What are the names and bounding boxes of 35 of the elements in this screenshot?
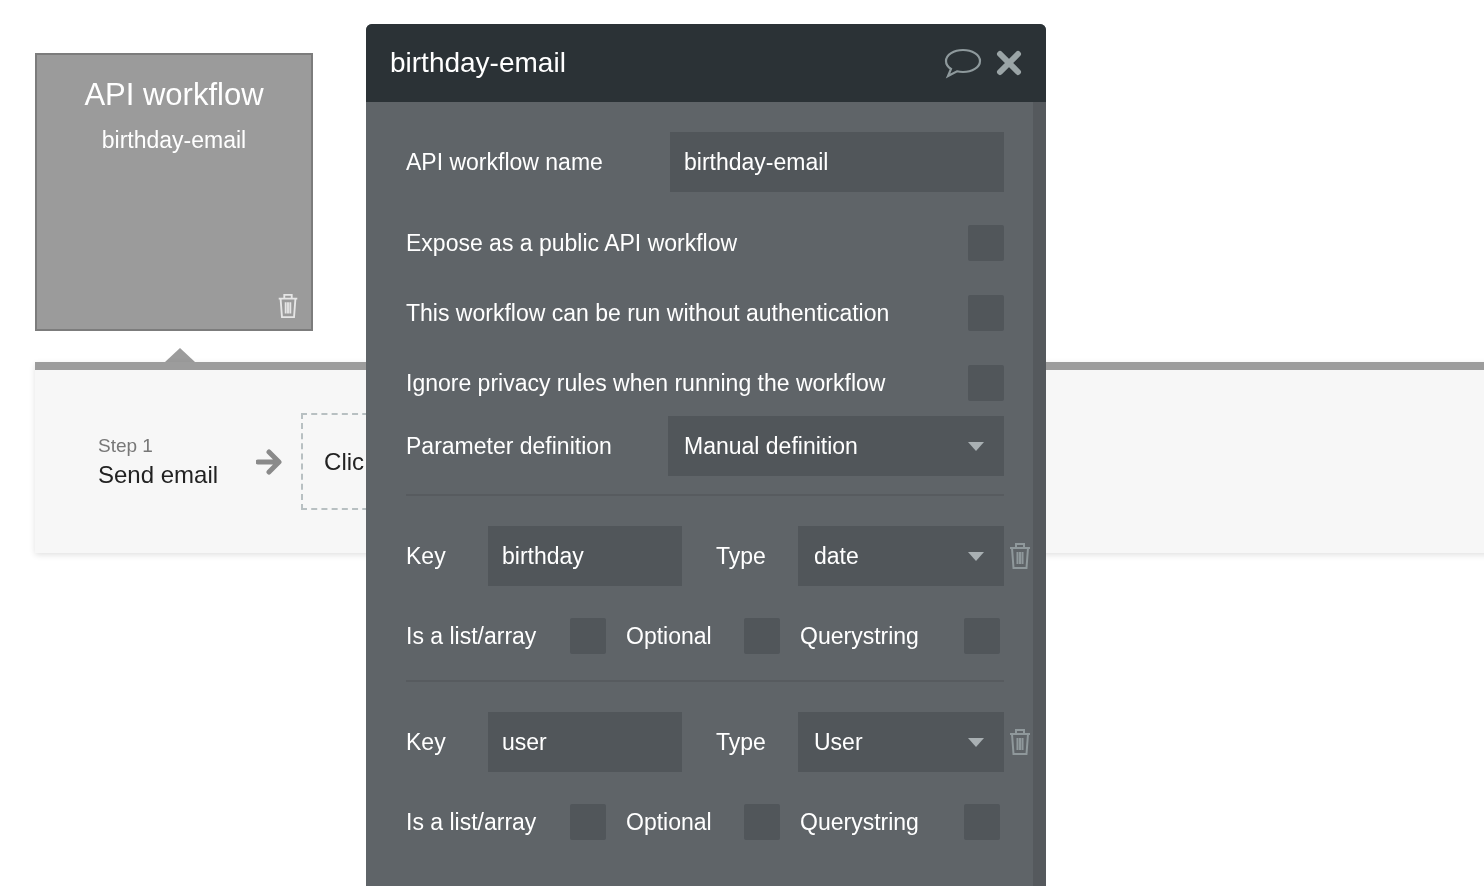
trash-icon[interactable] (1008, 728, 1032, 756)
option-label: This workflow can be run without authentication (406, 299, 890, 327)
arrow-icon (256, 448, 285, 475)
type-dropdown[interactable]: date (798, 526, 1004, 586)
close-icon[interactable] (996, 50, 1022, 76)
step-action[interactable]: Send email (98, 460, 219, 489)
caret-icon (968, 441, 984, 451)
flag-label: Optional (626, 808, 713, 836)
step-number: Step 1 (98, 434, 154, 457)
flag-label: Is a list/array (406, 622, 538, 650)
card-subtitle: birthday-email (101, 127, 247, 154)
type-label: Type (715, 542, 767, 570)
flag-label: Querystring (800, 622, 920, 650)
flag-label: Optional (626, 622, 713, 650)
name-field[interactable]: birthday-email (670, 132, 1004, 192)
key-field[interactable]: user (488, 712, 682, 772)
option-label: Expose as a public API workflow (406, 229, 738, 257)
key-label: Key (406, 728, 447, 756)
card-title: API workflow (84, 77, 264, 113)
comment-icon[interactable] (944, 47, 982, 79)
type-label: Type (715, 728, 767, 756)
key-field[interactable]: birthday (488, 526, 682, 586)
caret-icon (968, 551, 984, 561)
dialog-title: birthday-email (390, 47, 567, 79)
caret-icon (968, 737, 984, 747)
type-dropdown[interactable]: User (798, 712, 1004, 772)
trash-icon[interactable] (1008, 542, 1032, 570)
definition-dropdown[interactable]: Manual definition (668, 416, 1004, 476)
option-label: Ignore privacy rules when running the workflow (406, 369, 886, 397)
field-label: API workflow name (406, 148, 603, 176)
flag-label: Querystring (800, 808, 920, 836)
scrollbar-track[interactable] (1033, 102, 1046, 886)
field-label: Parameter definition (406, 432, 612, 460)
key-label: Key (406, 542, 447, 570)
flag-label: Is a list/array (406, 808, 538, 836)
